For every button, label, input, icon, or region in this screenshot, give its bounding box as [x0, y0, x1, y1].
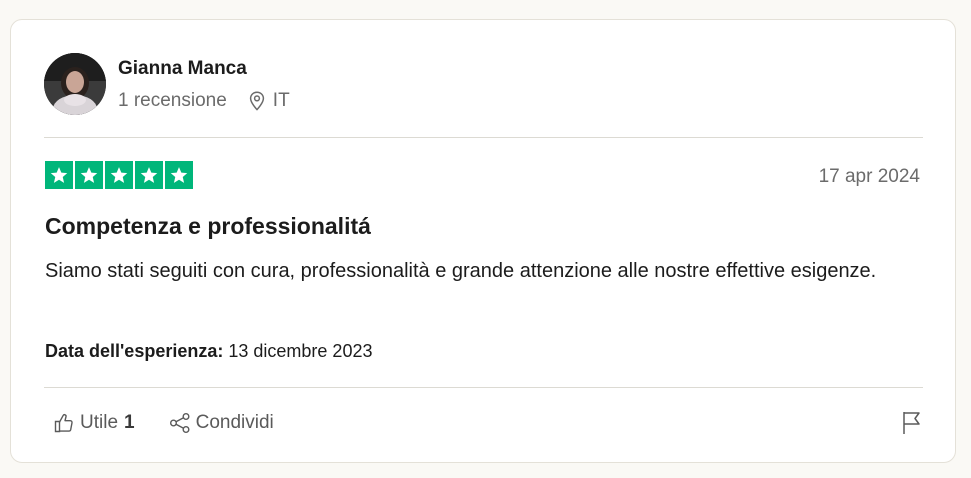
report-flag-button[interactable] [902, 411, 922, 440]
experience-date-label: Data dell'esperienza: [45, 341, 224, 361]
avatar-photo [44, 53, 106, 115]
useful-count: 1 [124, 412, 135, 433]
location-pin-icon [249, 91, 265, 111]
reviewer-name[interactable]: Gianna Manca [118, 58, 247, 80]
footer-divider [44, 387, 923, 388]
share-button[interactable]: Condividi [169, 412, 274, 434]
star-rating [45, 161, 193, 189]
share-label: Condividi [195, 412, 274, 433]
star-icon [135, 161, 163, 189]
review-body: Siamo stati seguiti con cura, profession… [45, 260, 877, 282]
reviewer-country: IT [272, 90, 290, 111]
star-icon [75, 161, 103, 189]
review-date: 17 apr 2024 [818, 166, 920, 187]
useful-label: Utile [80, 412, 119, 433]
review-actions: Utile 1 Condividi [54, 412, 274, 434]
reviewer-avatar[interactable] [44, 53, 106, 115]
star-icon [165, 161, 193, 189]
reviewer-meta: 1 recensione IT [118, 90, 290, 112]
review-card: Gianna Manca 1 recensione IT 17 apr 2024… [10, 19, 956, 463]
experience-date-row: Data dell'esperienza: 13 dicembre 2023 [45, 341, 372, 362]
experience-date-value: 13 dicembre 2023 [228, 341, 373, 361]
useful-button[interactable]: Utile 1 [54, 412, 135, 434]
review-title[interactable]: Competenza e professionalitá [45, 213, 371, 240]
flag-icon [903, 412, 920, 434]
reviews-count: 1 recensione [118, 90, 227, 111]
thumbs-up-icon [54, 413, 73, 433]
star-icon [45, 161, 73, 189]
star-icon [105, 161, 133, 189]
reviewer-header: Gianna Manca 1 recensione IT [44, 53, 644, 117]
share-icon [169, 413, 190, 433]
header-divider [44, 137, 923, 138]
